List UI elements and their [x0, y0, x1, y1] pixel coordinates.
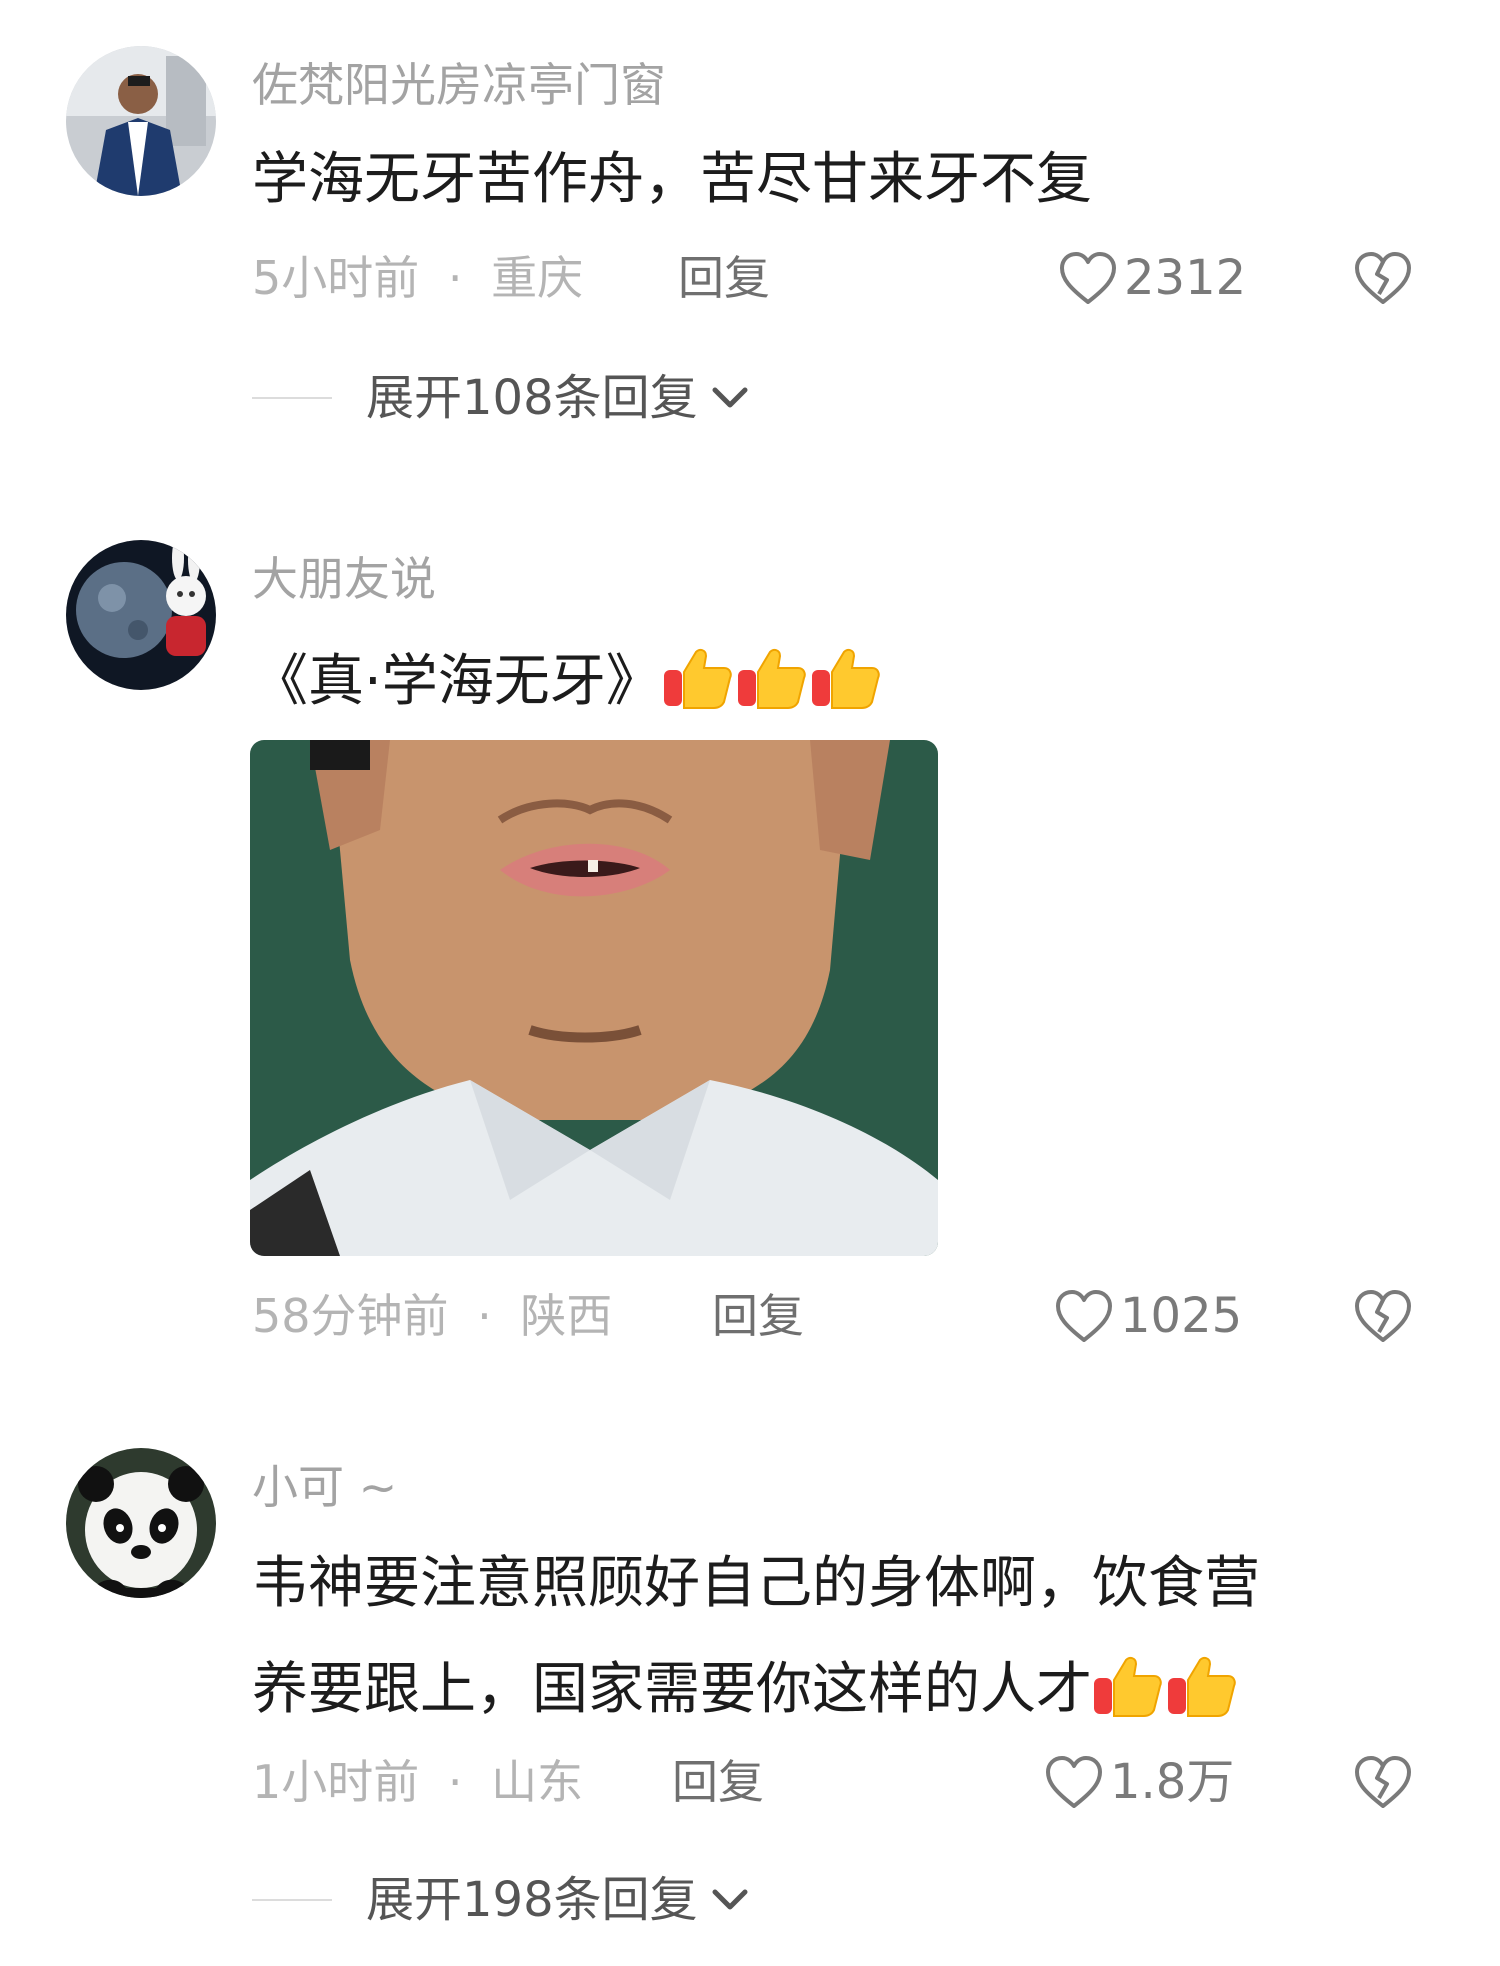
thumbs-up-emoji-icon [662, 646, 732, 710]
comment-text: 学海无牙苦作舟，苦尽甘来牙不复 [252, 147, 1092, 212]
comment-meta: 5小时前 · 重庆 回复 2312 [0, 248, 1500, 308]
like-count: 1.8万 [1110, 1754, 1235, 1810]
divider [252, 1899, 332, 1901]
location: 重庆 [491, 251, 584, 305]
thumbs-up-emoji-icon [810, 646, 880, 710]
expand-replies-label: 展开108条回复 [366, 370, 698, 426]
comment-text: 韦神要注意照顾好自己的身体啊，饮食营 [252, 1551, 1260, 1616]
separator: · [477, 1289, 492, 1343]
username[interactable]: 小可 ~ [252, 1464, 397, 1510]
username[interactable]: 佐梵阳光房凉亭门窗 [252, 62, 666, 108]
heart-outline-icon [1054, 1288, 1114, 1344]
chevron-down-icon [710, 1886, 750, 1914]
reply-button[interactable]: 回复 [672, 1752, 764, 1812]
comment-text-content: 《真·学海无牙》 [252, 649, 662, 714]
like-count: 1025 [1120, 1288, 1243, 1344]
divider [252, 397, 332, 399]
thumbs-up-emoji-icon [1166, 1654, 1236, 1718]
comment-image[interactable] [250, 740, 938, 1256]
expand-replies-button[interactable]: 展开108条回复 [366, 368, 750, 428]
like-button[interactable]: 1025 [1054, 1286, 1242, 1346]
comment-text-content: 养要跟上，国家需要你这样的人才 [252, 1657, 1092, 1722]
separator: · [447, 1755, 463, 1809]
comment-text: 《真·学海无牙》 [252, 646, 884, 710]
broken-heart-icon [1353, 250, 1413, 306]
time-location: 1小时前 · 山东 [252, 1752, 583, 1812]
dislike-button[interactable] [1352, 1286, 1414, 1346]
thumbs-up-emoji-group [662, 649, 884, 714]
comment-meta: 1小时前 · 山东 回复 1.8万 [0, 1752, 1500, 1812]
separator: · [447, 251, 463, 305]
timestamp: 58分钟前 [252, 1289, 449, 1343]
heart-outline-icon [1058, 250, 1118, 306]
broken-heart-icon [1353, 1288, 1413, 1344]
broken-heart-icon [1353, 1754, 1413, 1810]
comment-text: 养要跟上，国家需要你这样的人才 [252, 1654, 1240, 1718]
thumbs-up-emoji-group [1092, 1657, 1240, 1722]
thumbs-up-emoji-icon [736, 646, 806, 710]
avatar[interactable] [66, 540, 216, 690]
avatar[interactable] [66, 1448, 216, 1598]
expand-replies-button[interactable]: 展开198条回复 [366, 1870, 750, 1930]
dislike-button[interactable] [1352, 1752, 1414, 1812]
time-location: 58分钟前 · 陕西 [252, 1286, 612, 1346]
reply-button[interactable]: 回复 [712, 1286, 804, 1346]
username[interactable]: 大朋友说 [252, 556, 436, 602]
expand-replies-label: 展开198条回复 [366, 1872, 698, 1928]
chevron-down-icon [710, 384, 750, 412]
expand-replies: 展开198条回复 [0, 1870, 1500, 1930]
comment-meta: 58分钟前 · 陕西 回复 1025 [0, 1286, 1500, 1346]
avatar[interactable] [66, 46, 216, 196]
timestamp: 1小时前 [252, 1755, 420, 1809]
heart-outline-icon [1044, 1754, 1104, 1810]
location: 陕西 [520, 1289, 613, 1343]
like-button[interactable]: 2312 [1058, 248, 1246, 308]
dislike-button[interactable] [1352, 248, 1414, 308]
thumbs-up-emoji-icon [1092, 1654, 1162, 1718]
time-location: 5小时前 · 重庆 [252, 248, 583, 308]
location: 山东 [491, 1755, 584, 1809]
like-count: 2312 [1124, 250, 1247, 306]
expand-replies: 展开108条回复 [0, 368, 1500, 428]
timestamp: 5小时前 [252, 251, 420, 305]
reply-button[interactable]: 回复 [678, 248, 770, 308]
like-button[interactable]: 1.8万 [1044, 1752, 1234, 1812]
